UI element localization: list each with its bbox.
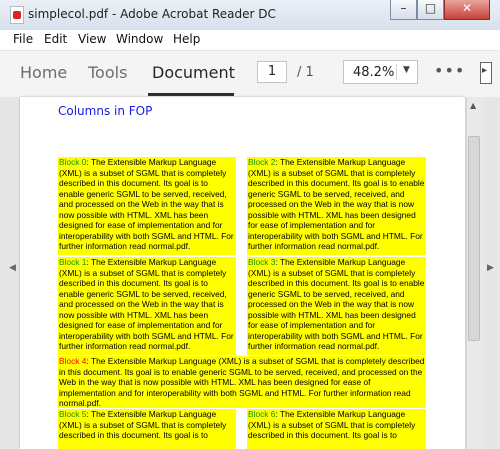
tab-home[interactable]: Home [20,63,67,82]
chevron-down-icon: ▼ [403,65,410,75]
page-total: / 1 [297,65,314,80]
title-bar: simplecol.pdf - Adobe Acrobat Reader DC … [0,0,500,31]
menu-view[interactable]: View [78,32,106,46]
page-number-input[interactable]: 1 [257,61,287,83]
block-text: : The Extensible Markup Language (XML) i… [59,157,234,251]
block-label: Block 3 [248,257,276,267]
pdf-file-icon [10,6,24,24]
block-label: Block 1 [59,257,87,267]
scroll-up-icon[interactable]: ▲ [470,101,476,110]
zoom-select[interactable]: 48.2% ▼ [343,60,418,84]
more-options-icon[interactable]: ••• [434,61,465,80]
page-heading: Columns in FOP [58,104,153,118]
maximize-button[interactable]: □ [417,0,444,20]
text-block-3: Block 3: The Extensible Markup Language … [247,257,426,355]
zoom-value: 48.2% [353,65,395,80]
toolbar: Home Tools Document 1 / 1 48.2% ▼ ••• ▸ [0,50,500,98]
menu-bar: File Edit View Window Help [0,30,500,50]
block-text: : The Extensible Markup Language (XML) i… [59,257,234,351]
block-label: Block 4 [59,356,87,366]
minimize-button[interactable]: – [390,0,417,20]
menu-edit[interactable]: Edit [44,32,67,46]
tab-document[interactable]: Document [152,63,235,82]
menu-window[interactable]: Window [116,32,163,46]
block-label: Block 6 [248,409,276,419]
text-block-1: Block 1: The Extensible Markup Language … [58,257,236,355]
active-tab-indicator [148,93,234,96]
text-block-4: Block 4: The Extensible Markup Language … [58,356,426,408]
block-label: Block 0 [59,157,87,167]
block-text: : The Extensible Markup Language (XML) i… [59,356,425,408]
menu-file[interactable]: File [13,32,33,46]
panel-arrow-icon: ▸ [482,65,488,76]
hide-panel-button[interactable]: ▸ [480,62,492,84]
left-panel-toggle-icon[interactable]: ◀ [9,263,16,273]
menu-help[interactable]: Help [173,32,200,46]
tab-tools[interactable]: Tools [88,63,127,82]
block-text: : The Extensible Markup Language (XML) i… [248,257,425,351]
block-label: Block 5 [59,409,87,419]
text-block-0: Block 0: The Extensible Markup Language … [58,157,236,255]
close-button[interactable]: ✕ [444,0,490,20]
text-block-5: Block 5: The Extensible Markup Language … [58,409,236,449]
text-block-6: Block 6: The Extensible Markup Language … [247,409,426,449]
window-title: simplecol.pdf - Adobe Acrobat Reader DC [28,7,276,21]
block-text: : The Extensible Markup Language (XML) i… [248,157,425,251]
text-block-2: Block 2: The Extensible Markup Language … [247,157,426,255]
scrollbar-thumb[interactable] [468,136,480,341]
right-panel-toggle-icon[interactable]: ▶ [487,263,494,273]
block-label: Block 2 [248,157,276,167]
